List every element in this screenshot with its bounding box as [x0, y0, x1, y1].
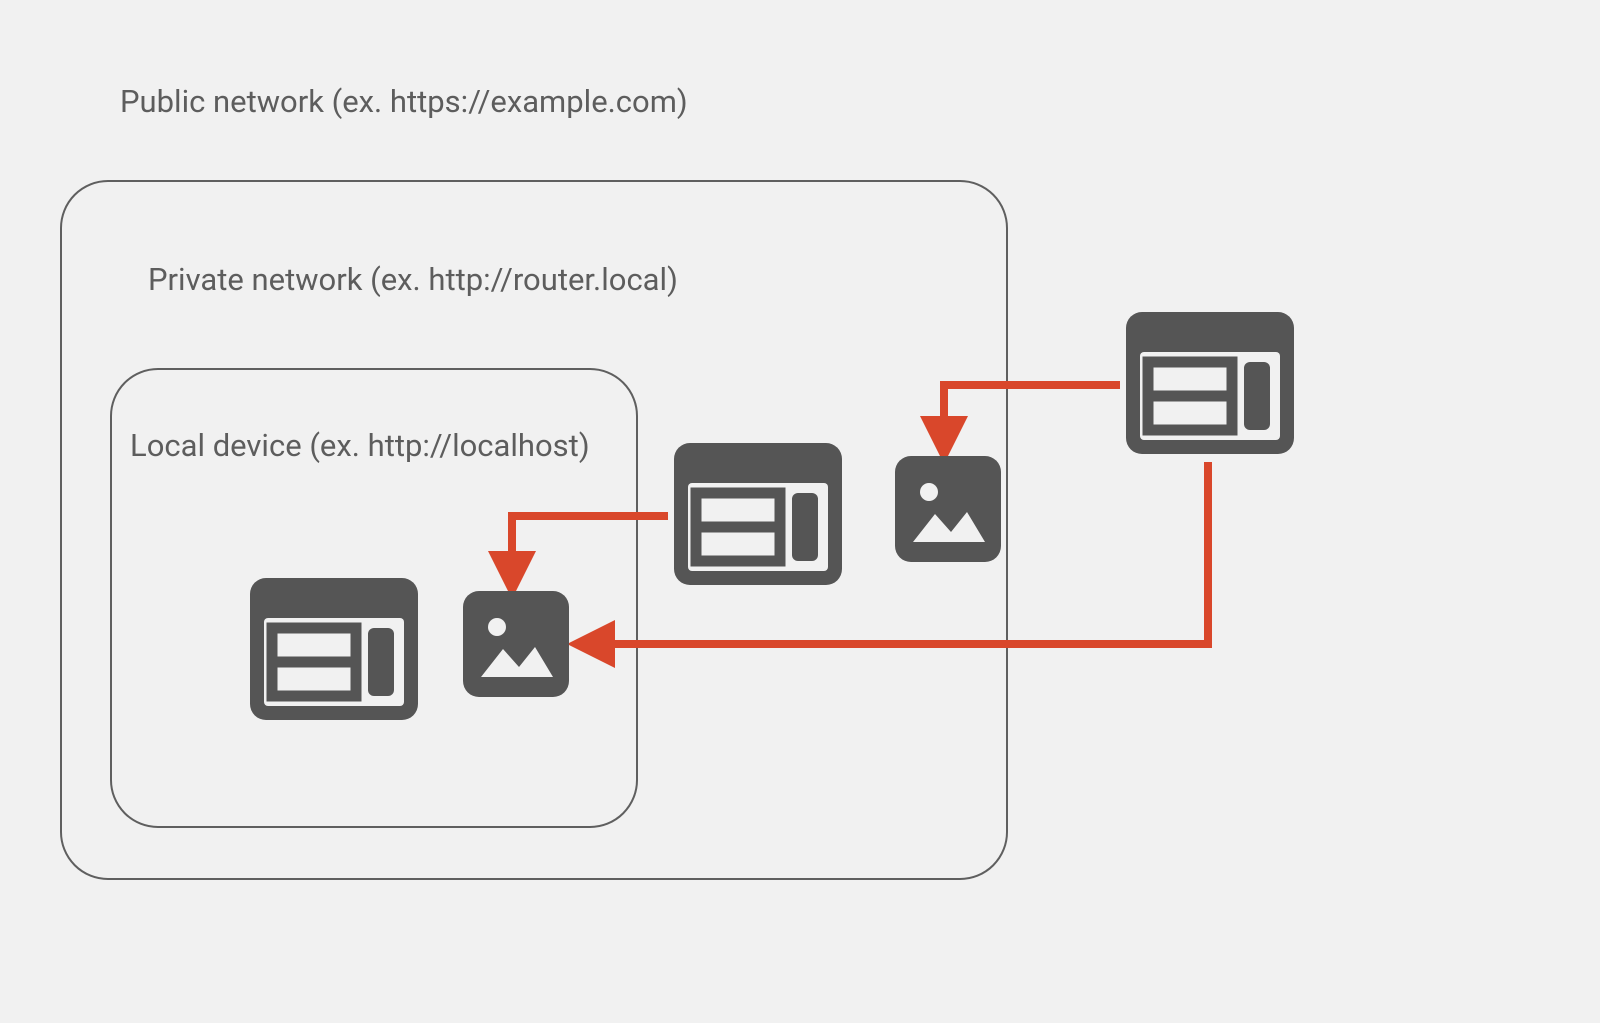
arrow-private-to-local-image — [512, 516, 668, 583]
diagram-canvas: Public network (ex. https://example.com)… — [60, 40, 1540, 980]
local-browser-icon — [250, 578, 418, 724]
public-browser-icon — [1126, 312, 1294, 458]
local-image-icon — [463, 591, 569, 701]
private-browser-icon — [674, 443, 842, 589]
private-image-icon — [895, 456, 1001, 566]
arrow-public-to-private-image — [944, 385, 1120, 448]
